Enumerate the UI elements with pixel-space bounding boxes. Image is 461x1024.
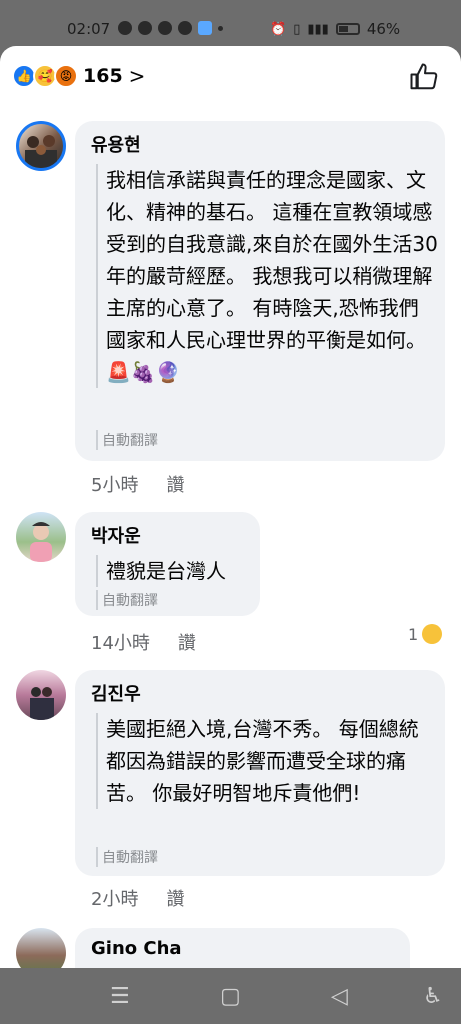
system-icons: ⏰ ▯ ▮▮▮ 46% <box>270 20 400 38</box>
reaction-count: 1 <box>408 624 419 644</box>
comment-time[interactable]: 5小時 <box>91 471 138 497</box>
avatar[interactable] <box>16 121 66 171</box>
accessibility-icon[interactable]: ♿ <box>423 984 443 1009</box>
auto-translate-label[interactable]: 自動翻譯 <box>96 430 158 450</box>
commenter-name[interactable]: Gino Cha <box>91 938 182 959</box>
avatar[interactable] <box>16 928 66 968</box>
comment-bubble[interactable]: 김진우 美國拒絕入境,台灣不秀。 每個總統都因為錯誤的影響而遭受全球的痛苦。 你… <box>75 670 445 876</box>
signal-icon: ▮▮▮ <box>307 21 329 37</box>
avatar[interactable] <box>16 512 66 562</box>
comment-text: 禮貌是台灣人 <box>96 555 226 587</box>
menu-icon[interactable]: ☰ <box>110 984 130 1009</box>
reactions-summary[interactable]: 👍 🥰 😡 165 > <box>12 64 145 88</box>
thumbs-up-icon[interactable] <box>409 62 439 92</box>
auto-translate-label[interactable]: 自動翻譯 <box>96 590 158 610</box>
comment-text: 我相信承諾與責任的理念是國家、文化、精神的基石。 這種在宣教領域感受到的自我意識… <box>96 164 438 388</box>
comment-meta: 14小時 讚 <box>91 629 196 655</box>
like-link[interactable]: 讚 <box>166 885 184 911</box>
comment-time[interactable]: 14小時 <box>91 629 150 655</box>
comment-text: 美國拒絕入境,台灣不秀。 每個總統都因為錯誤的影響而遭受全球的痛苦。 你最好明智… <box>96 713 438 809</box>
reaction-count: 165 <box>83 65 123 87</box>
comment-bubble[interactable]: Gino Cha <box>75 928 410 968</box>
clipboard-icon <box>178 21 192 35</box>
comment-time[interactable]: 2小時 <box>91 885 138 911</box>
battery-percent: 46% <box>366 20 401 38</box>
more-dot-icon <box>218 25 223 31</box>
commenter-name[interactable]: 유용현 <box>91 131 141 157</box>
alarm-icon: ⏰ <box>270 21 287 37</box>
avatar[interactable] <box>16 670 66 720</box>
status-time: 02:07 <box>67 20 111 38</box>
weather-icon <box>198 21 212 35</box>
notification-icons <box>118 21 223 35</box>
auto-translate-label[interactable]: 自動翻譯 <box>96 847 158 867</box>
like-link[interactable]: 讚 <box>166 471 184 497</box>
sad-reaction-icon <box>422 624 443 644</box>
facebook-icon <box>138 21 152 35</box>
comment-reactions[interactable]: 1 <box>408 624 443 644</box>
comment-meta: 2小時 讚 <box>91 885 184 911</box>
comment-bubble[interactable]: 유용현 我相信承諾與責任的理念是國家、文化、精神的基石。 這種在宣教領域感受到的… <box>75 121 445 461</box>
battery-icon <box>335 23 360 35</box>
like-link[interactable]: 讚 <box>178 629 196 655</box>
vibrate-icon: ▯ <box>293 21 301 37</box>
comment-meta: 5小時 讚 <box>91 471 184 497</box>
angry-reaction-icon: 😡 <box>54 64 78 88</box>
chevron-right-icon: > <box>128 64 146 88</box>
game-icon <box>118 21 132 35</box>
messenger-icon <box>158 21 172 35</box>
status-bar: 02:07 ⏰ ▯ ▮▮▮ 46% <box>0 0 461 52</box>
navigation-bar: ☰ ▢ ◁ ♿ <box>0 968 461 1024</box>
back-icon[interactable]: ◁ <box>331 984 348 1009</box>
comments-sheet: 👍 🥰 😡 165 > 유용현 我相信承諾與責任的理念是國家、文化、精神的基石。… <box>0 46 461 968</box>
home-icon[interactable]: ▢ <box>220 984 241 1009</box>
commenter-name[interactable]: 김진우 <box>91 680 141 706</box>
comment-bubble[interactable]: 박자운 禮貌是台灣人 自動翻譯 <box>75 512 260 616</box>
commenter-name[interactable]: 박자운 <box>91 522 141 548</box>
